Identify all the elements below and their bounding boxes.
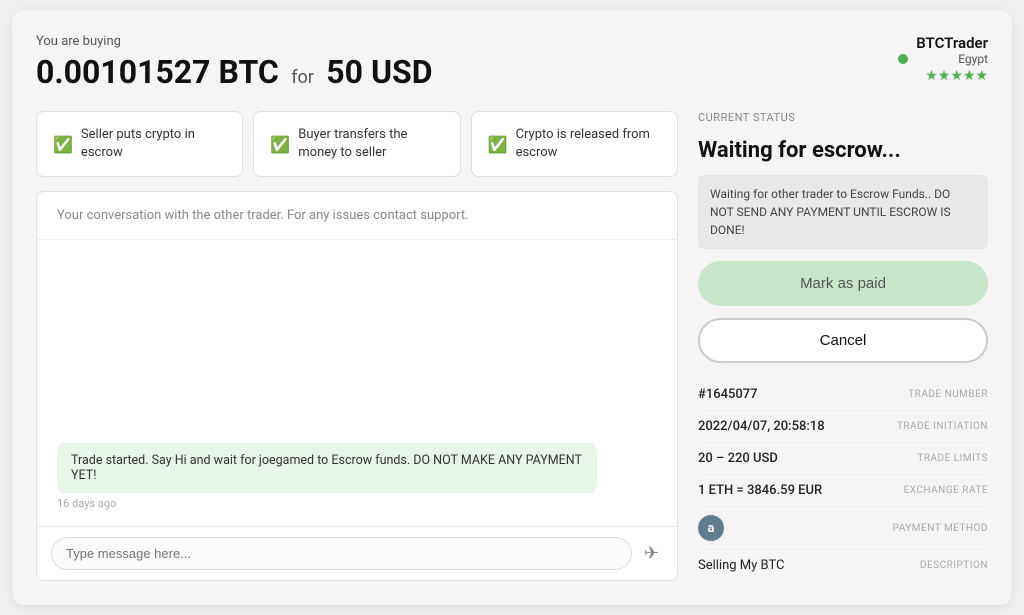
trade-limits-row: 20 – 220 USD TRADE LIMITS <box>698 443 988 475</box>
header: You are buying 0.00101527 BTC for 50 USD… <box>36 34 988 91</box>
step-1: ✅ Seller puts crypto in escrow <box>36 111 243 177</box>
chat-message: Trade started. Say Hi and wait for joega… <box>57 443 657 510</box>
main-container: You are buying 0.00101527 BTC for 50 USD… <box>12 10 1012 605</box>
trade-details: #1645077 TRADE NUMBER 2022/04/07, 20:58:… <box>698 379 988 581</box>
step-1-label: Seller puts crypto in escrow <box>81 126 226 162</box>
left-panel: ✅ Seller puts crypto in escrow ✅ Buyer t… <box>36 111 678 581</box>
buying-label: You are buying <box>36 34 433 49</box>
chat-messages: Trade started. Say Hi and wait for joega… <box>37 240 677 526</box>
trader-country: Egypt <box>916 52 988 66</box>
trade-initiation-label: TRADE INITIATION <box>897 421 988 432</box>
step-2-label: Buyer transfers the money to seller <box>298 126 443 162</box>
step-3-icon: ✅ <box>488 135 508 154</box>
send-icon: ✈ <box>644 543 659 563</box>
step-1-icon: ✅ <box>53 135 73 154</box>
status-warning: Waiting for other trader to Escrow Funds… <box>698 175 988 249</box>
crypto-amount: 0.00101527 BTC <box>36 53 279 91</box>
description-value: Selling My BTC <box>698 558 785 573</box>
header-right: BTCTrader Egypt ★★★★★ <box>898 34 988 84</box>
description-row: Selling My BTC DESCRIPTION <box>698 550 988 581</box>
payment-avatar: a <box>698 515 724 541</box>
status-title: Waiting for escrow... <box>698 138 988 163</box>
trade-amount: 0.00101527 BTC for 50 USD <box>36 53 433 91</box>
trade-initiation-row: 2022/04/07, 20:58:18 TRADE INITIATION <box>698 411 988 443</box>
trade-initiation-value: 2022/04/07, 20:58:18 <box>698 419 825 434</box>
trade-limits-value: 20 – 220 USD <box>698 451 778 466</box>
header-left: You are buying 0.00101527 BTC for 50 USD <box>36 34 433 91</box>
description-label: DESCRIPTION <box>920 560 988 571</box>
exchange-rate-value: 1 ETH = 3846.59 EUR <box>698 483 822 498</box>
trader-name: BTCTrader <box>916 34 988 52</box>
step-2-icon: ✅ <box>270 135 290 154</box>
chat-area: Your conversation with the other trader.… <box>36 191 678 581</box>
trade-limits-label: TRADE LIMITS <box>917 453 988 464</box>
trader-stars: ★★★★★ <box>916 68 988 84</box>
payment-method-label: PAYMENT METHOD <box>893 523 988 534</box>
for-text: for <box>287 67 319 88</box>
exchange-rate-label: EXCHANGE RATE <box>904 485 988 496</box>
current-status-label: CURRENT STATUS <box>698 111 988 124</box>
trader-info: BTCTrader Egypt ★★★★★ <box>916 34 988 84</box>
right-panel: CURRENT STATUS Waiting for escrow... Wai… <box>698 111 988 581</box>
step-2: ✅ Buyer transfers the money to seller <box>253 111 460 177</box>
trade-number-value: #1645077 <box>698 387 758 402</box>
chat-input-row: ✈ <box>37 526 677 580</box>
main-content: ✅ Seller puts crypto in escrow ✅ Buyer t… <box>36 111 988 581</box>
chat-header: Your conversation with the other trader.… <box>37 192 677 240</box>
trade-number-row: #1645077 TRADE NUMBER <box>698 379 988 411</box>
payment-method-row: a PAYMENT METHOD <box>698 507 988 550</box>
step-3-label: Crypto is released from escrow <box>516 126 661 162</box>
trade-number-label: TRADE NUMBER <box>908 389 988 400</box>
chat-input[interactable] <box>51 537 632 570</box>
mark-paid-button[interactable]: Mark as paid <box>698 261 988 306</box>
trader-online-dot <box>898 54 908 64</box>
step-3: ✅ Crypto is released from escrow <box>471 111 678 177</box>
chat-message-bubble: Trade started. Say Hi and wait for joega… <box>57 443 597 493</box>
steps: ✅ Seller puts crypto in escrow ✅ Buyer t… <box>36 111 678 177</box>
fiat-amount: 50 USD <box>326 53 432 91</box>
cancel-button[interactable]: Cancel <box>698 318 988 363</box>
chat-message-time: 16 days ago <box>57 497 657 510</box>
send-button[interactable]: ✈ <box>640 539 663 568</box>
exchange-rate-row: 1 ETH = 3846.59 EUR EXCHANGE RATE <box>698 475 988 507</box>
